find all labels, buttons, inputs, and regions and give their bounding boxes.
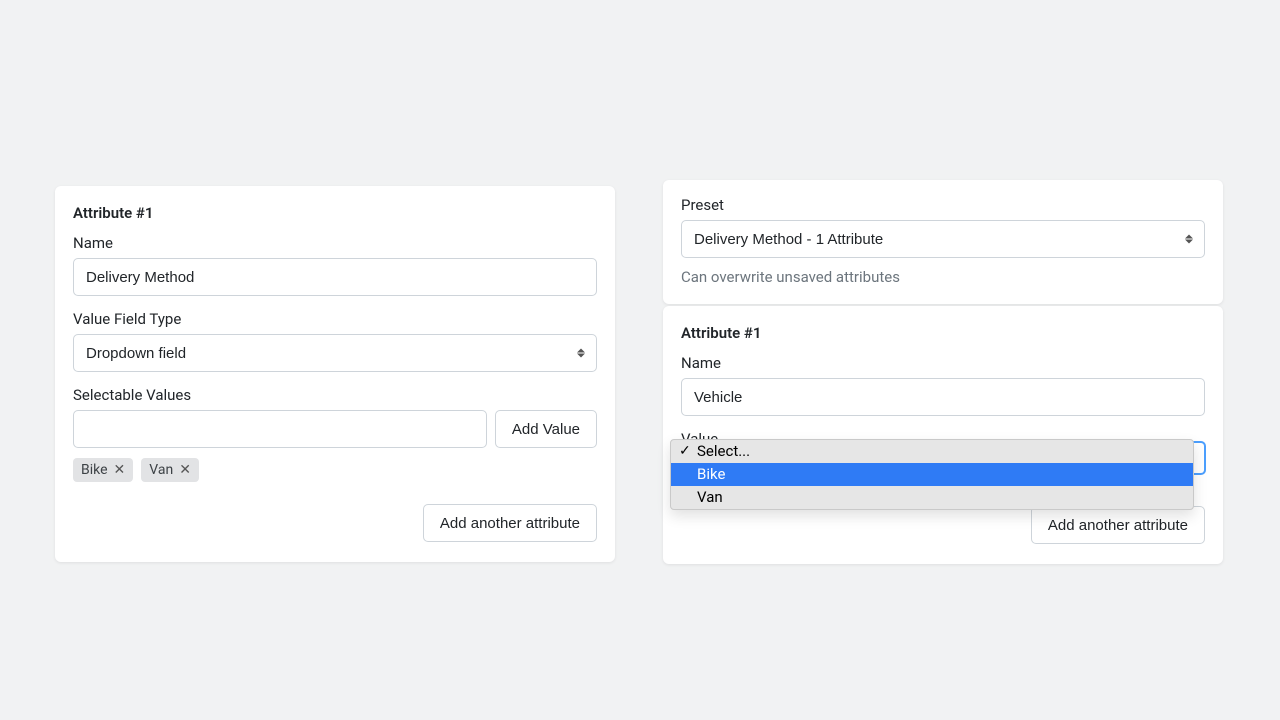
preset-select-wrap: Delivery Method - 1 Attribute: [681, 220, 1205, 258]
dropdown-option-bike[interactable]: Bike: [671, 463, 1193, 486]
name-input[interactable]: [681, 378, 1205, 416]
dropdown-option-van[interactable]: Van: [671, 486, 1193, 509]
name-group: Name: [73, 234, 597, 296]
preset-helper: Can overwrite unsaved attributes: [681, 268, 1205, 286]
chip: Bike ✕: [73, 458, 133, 482]
type-group: Value Field Type Dropdown field: [73, 310, 597, 372]
add-value-row: Add Value: [73, 410, 597, 448]
chip: Van ✕: [141, 458, 199, 482]
close-icon[interactable]: ✕: [179, 463, 191, 477]
card-title: Attribute #1: [681, 324, 1205, 342]
add-attribute-button[interactable]: Add another attribute: [1031, 506, 1205, 544]
chips-row: Bike ✕ Van ✕: [73, 458, 597, 482]
type-select[interactable]: Dropdown field: [73, 334, 597, 372]
card-title: Attribute #1: [73, 204, 597, 222]
values-label: Selectable Values: [73, 386, 597, 404]
name-label: Name: [73, 234, 597, 252]
attribute-card-left: Attribute #1 Name Value Field Type Dropd…: [55, 186, 615, 562]
type-label: Value Field Type: [73, 310, 597, 328]
add-value-button[interactable]: Add Value: [495, 410, 597, 448]
value-dropdown-menu[interactable]: Select... Bike Van: [670, 439, 1194, 510]
type-select-wrap: Dropdown field: [73, 334, 597, 372]
close-icon[interactable]: ✕: [114, 463, 126, 477]
card-footer: Add another attribute: [73, 504, 597, 542]
name-input[interactable]: [73, 258, 597, 296]
card-footer: Add another attribute: [681, 506, 1205, 544]
attribute-card-right: Attribute #1 Name Value Add another attr…: [663, 306, 1223, 564]
preset-card: Preset Delivery Method - 1 Attribute Can…: [663, 180, 1223, 304]
preset-label: Preset: [681, 196, 1205, 214]
chip-label: Van: [149, 462, 173, 478]
preset-select[interactable]: Delivery Method - 1 Attribute: [681, 220, 1205, 258]
chip-label: Bike: [81, 462, 108, 478]
dropdown-option-select[interactable]: Select...: [671, 440, 1193, 463]
add-attribute-button[interactable]: Add another attribute: [423, 504, 597, 542]
name-group: Name: [681, 354, 1205, 416]
values-group: Selectable Values Add Value Bike ✕ Van ✕: [73, 386, 597, 482]
name-label: Name: [681, 354, 1205, 372]
new-value-input[interactable]: [73, 410, 487, 448]
